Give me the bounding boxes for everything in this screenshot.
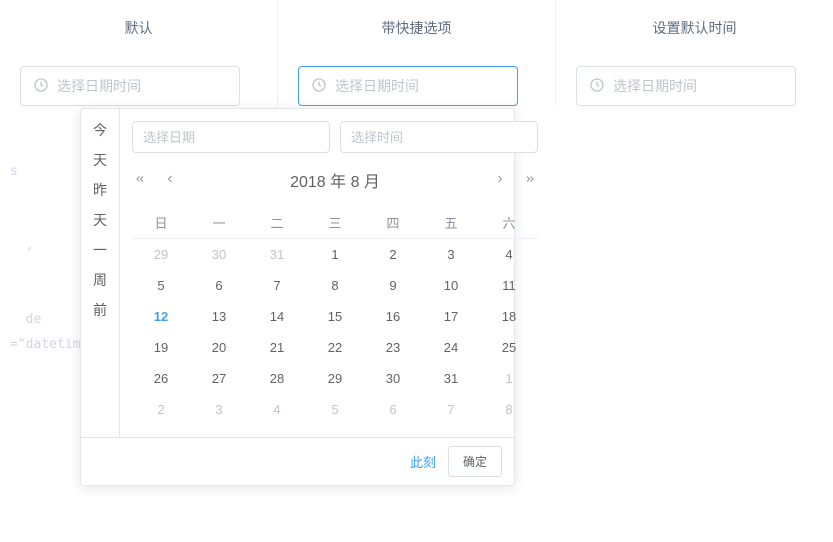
calendar-day[interactable]: 21 xyxy=(248,332,306,363)
calendar-day[interactable]: 28 xyxy=(248,363,306,394)
calendar-day[interactable]: 3 xyxy=(190,394,248,425)
picker-date-input[interactable] xyxy=(132,121,330,153)
calendar-day[interactable]: 19 xyxy=(132,332,190,363)
calendar-day[interactable]: 15 xyxy=(306,301,364,332)
picker-time-input[interactable] xyxy=(340,121,538,153)
datetime-input-default-time[interactable] xyxy=(576,66,796,106)
picker-footer: 此刻 确定 xyxy=(81,437,514,485)
calendar-day[interactable]: 13 xyxy=(190,301,248,332)
calendar-day[interactable]: 12 xyxy=(132,301,190,332)
datetime-field[interactable] xyxy=(57,78,227,94)
calendar-table: 日一二三四五六 29303112345678910111213141516171… xyxy=(132,207,538,425)
weekday-header: 二 xyxy=(248,207,306,239)
calendar-day[interactable]: 27 xyxy=(190,363,248,394)
prev-year-button[interactable] xyxy=(132,171,148,190)
column-shortcuts: 带快捷选项 xyxy=(277,0,555,106)
clock-icon xyxy=(311,77,327,96)
calendar-day[interactable]: 1 xyxy=(306,239,364,271)
column-default: 默认 xyxy=(0,0,277,106)
calendar-day[interactable]: 18 xyxy=(480,301,538,332)
shortcut-today[interactable]: 今天 xyxy=(81,115,119,175)
weekday-header: 六 xyxy=(480,207,538,239)
month-year-label: 2018 年 8 月 xyxy=(290,168,380,192)
calendar-day[interactable]: 7 xyxy=(248,270,306,301)
prev-month-button[interactable] xyxy=(162,171,178,190)
calendar-day[interactable]: 20 xyxy=(190,332,248,363)
calendar-day[interactable]: 5 xyxy=(132,270,190,301)
calendar-day[interactable]: 10 xyxy=(422,270,480,301)
datetime-input-shortcuts[interactable] xyxy=(298,66,518,106)
datetime-field[interactable] xyxy=(335,78,505,94)
calendar-day[interactable]: 4 xyxy=(248,394,306,425)
shortcut-yesterday[interactable]: 昨天 xyxy=(81,175,119,235)
calendar-day[interactable]: 22 xyxy=(306,332,364,363)
calendar-day[interactable]: 6 xyxy=(364,394,422,425)
calendar-day[interactable]: 23 xyxy=(364,332,422,363)
datetime-field[interactable] xyxy=(613,78,783,94)
calendar-day[interactable]: 26 xyxy=(132,363,190,394)
calendar-day[interactable]: 2 xyxy=(132,394,190,425)
calendar-day[interactable]: 29 xyxy=(306,363,364,394)
next-year-button[interactable] xyxy=(522,171,538,190)
column-default-time: 设置默认时间 xyxy=(555,0,833,106)
shortcut-sidebar: 今天 昨天 一周前 xyxy=(81,109,120,437)
calendar-day[interactable]: 3 xyxy=(422,239,480,271)
column-title: 默认 xyxy=(20,18,257,38)
calendar-day[interactable]: 8 xyxy=(306,270,364,301)
picker-main: 2018 年 8 月 日一二三四五六 293031123456789101112… xyxy=(120,109,550,437)
calendar-day[interactable]: 17 xyxy=(422,301,480,332)
now-button[interactable]: 此刻 xyxy=(410,452,436,471)
weekday-header: 日 xyxy=(132,207,190,239)
calendar-day[interactable]: 31 xyxy=(422,363,480,394)
example-columns: 默认 带快捷选项 设置默认时间 xyxy=(0,0,833,106)
shortcut-week-ago[interactable]: 一周前 xyxy=(81,235,119,325)
calendar-day[interactable]: 9 xyxy=(364,270,422,301)
calendar-day[interactable]: 25 xyxy=(480,332,538,363)
weekday-header: 四 xyxy=(364,207,422,239)
calendar-day[interactable]: 24 xyxy=(422,332,480,363)
calendar-day[interactable]: 8 xyxy=(480,394,538,425)
column-title: 带快捷选项 xyxy=(298,18,535,38)
calendar-day[interactable]: 1 xyxy=(480,363,538,394)
weekday-header: 五 xyxy=(422,207,480,239)
clock-icon xyxy=(589,77,605,96)
calendar-day[interactable]: 11 xyxy=(480,270,538,301)
datetime-picker-popup: 今天 昨天 一周前 2018 年 8 月 日一二三四五六 xyxy=(80,108,515,486)
calendar-day[interactable]: 5 xyxy=(306,394,364,425)
calendar-day[interactable]: 2 xyxy=(364,239,422,271)
calendar-day[interactable]: 4 xyxy=(480,239,538,271)
confirm-button[interactable]: 确定 xyxy=(448,446,502,477)
weekday-header: 三 xyxy=(306,207,364,239)
datetime-input-default[interactable] xyxy=(20,66,240,106)
calendar-day[interactable]: 14 xyxy=(248,301,306,332)
calendar-day[interactable]: 30 xyxy=(190,239,248,271)
weekday-header: 一 xyxy=(190,207,248,239)
clock-icon xyxy=(33,77,49,96)
next-month-button[interactable] xyxy=(492,171,508,190)
calendar-day[interactable]: 16 xyxy=(364,301,422,332)
calendar-day[interactable]: 31 xyxy=(248,239,306,271)
calendar-day[interactable]: 29 xyxy=(132,239,190,271)
calendar-day[interactable]: 7 xyxy=(422,394,480,425)
calendar-day[interactable]: 30 xyxy=(364,363,422,394)
column-title: 设置默认时间 xyxy=(576,18,813,38)
calendar-day[interactable]: 6 xyxy=(190,270,248,301)
